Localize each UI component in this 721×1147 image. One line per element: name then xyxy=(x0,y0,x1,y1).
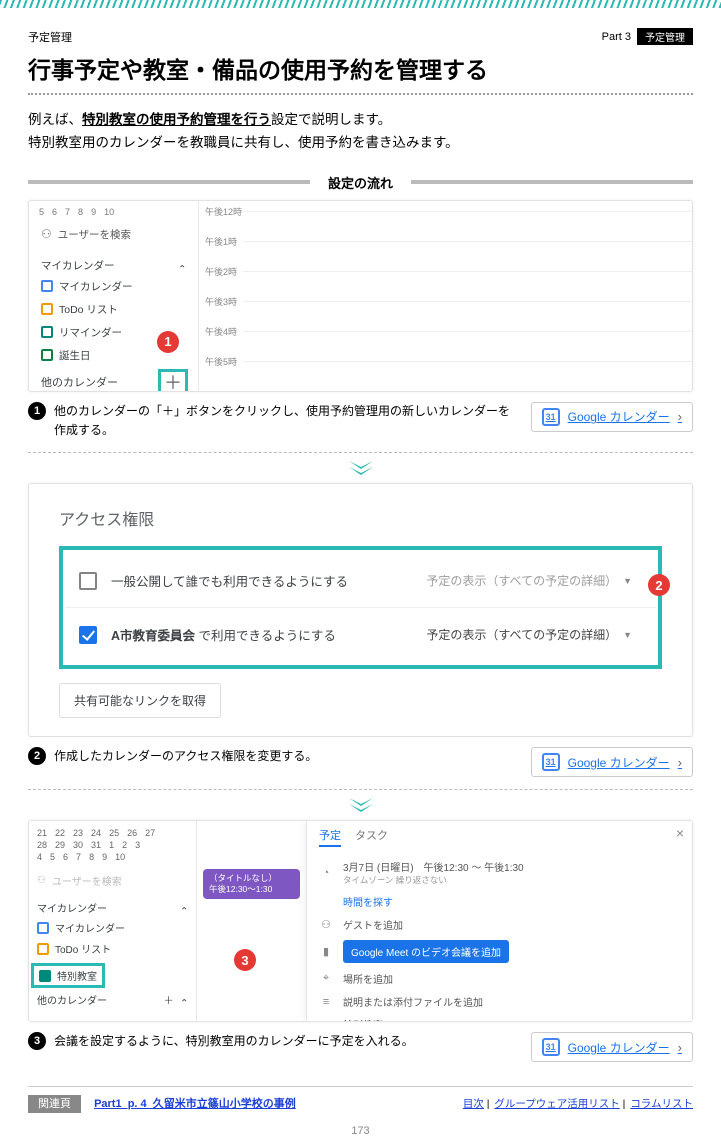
checkbox-icon[interactable] xyxy=(79,572,97,590)
checkbox-icon[interactable] xyxy=(41,303,53,315)
calendar-item[interactable]: ToDo リスト xyxy=(35,298,192,321)
part-tag: 予定管理 xyxy=(637,28,693,45)
caption-number-2: 2 xyxy=(28,747,46,765)
checkbox-icon[interactable] xyxy=(37,922,49,934)
caret-down-icon: ▼ xyxy=(623,630,632,640)
chevron-right-icon: › xyxy=(678,409,682,424)
clock-icon: ◔ xyxy=(319,867,333,879)
chevron-right-icon: › xyxy=(678,1040,682,1055)
add-guests[interactable]: ゲストを追加 xyxy=(343,917,403,932)
calendar-item-special[interactable]: 特別教室 xyxy=(33,965,103,986)
divider xyxy=(28,789,693,790)
checkbox-icon[interactable] xyxy=(41,280,53,292)
perm-row-public[interactable]: 一般公開して誰でも利用できるようにする 予定の表示（すべての予定の詳細）▼ xyxy=(65,554,656,607)
get-shareable-link-button[interactable]: 共有可能なリンクを取得 xyxy=(59,683,221,718)
search-users[interactable]: ⚇ ユーザーを検索 xyxy=(35,223,192,246)
gcal-icon: 31 xyxy=(542,1038,560,1056)
down-arrows-icon xyxy=(28,798,693,816)
event-chip[interactable]: （タイトルなし） 午後12:30～1:30 xyxy=(203,869,300,899)
google-calendar-link[interactable]: 31 Google カレンダー › xyxy=(531,1032,693,1062)
chevron-up-icon: ⌄ xyxy=(180,992,188,1007)
step-badge-1: 1 xyxy=(157,331,179,353)
tab-task[interactable]: タスク xyxy=(355,827,388,847)
divider xyxy=(28,93,693,95)
add-description[interactable]: 説明または添付ファイルを追加 xyxy=(343,994,483,1009)
chevron-up-icon: ⌄ xyxy=(180,900,188,915)
related-tag: 関連頁 xyxy=(28,1095,81,1113)
page-number: 173 xyxy=(0,1125,721,1147)
chevron-up-icon: ⌄ xyxy=(178,258,186,273)
google-calendar-link[interactable]: 31 Google カレンダー › xyxy=(531,747,693,777)
divider xyxy=(28,452,693,453)
flow-heading: 設定の流れ xyxy=(28,173,693,192)
other-calendars-label[interactable]: 他のカレンダー xyxy=(41,374,118,390)
caption-number-1: 1 xyxy=(28,402,46,420)
checkbox-icon[interactable] xyxy=(39,970,51,982)
checkbox-icon[interactable] xyxy=(41,349,53,361)
tab-event[interactable]: 予定 xyxy=(319,827,341,847)
page-title: 行事予定や教室・備品の使用予約を管理する xyxy=(28,51,693,85)
meet-icon: ▮ xyxy=(319,945,333,958)
add-calendar-button[interactable]: ＋ xyxy=(160,371,186,392)
screenshot-1: 5678910 ⚇ ユーザーを検索 マイカレンダー⌄ マイカレンダー ToDo … xyxy=(28,200,693,392)
visibility-select[interactable]: 予定の表示（すべての予定の詳細）▼ xyxy=(416,566,642,595)
caret-down-icon: ▼ xyxy=(623,576,632,586)
perm-row-org[interactable]: A市教育委員会 で利用できるようにする 予定の表示（すべての予定の詳細）▼ xyxy=(65,607,656,661)
location-icon: ⌖ xyxy=(319,972,333,985)
other-calendars-row[interactable]: 他のカレンダー ＋⌄ xyxy=(33,986,192,1010)
my-calendars-header[interactable]: マイカレンダー⌄ xyxy=(33,898,192,917)
search-users[interactable]: ⚇ユーザーを検索 xyxy=(33,869,192,898)
people-icon: ⚇ xyxy=(319,918,333,931)
nav-toc[interactable]: 目次 xyxy=(463,1098,484,1110)
screenshot-2: アクセス権限 一般公開して誰でも利用できるようにする 予定の表示（すべての予定の… xyxy=(28,483,693,737)
my-calendars-header[interactable]: マイカレンダー⌄ xyxy=(35,256,192,275)
nav-column[interactable]: コラムリスト xyxy=(630,1098,693,1110)
caption-3: 会議を設定するように、特別教室用のカレンダーに予定を入れる。 xyxy=(54,1032,521,1051)
close-icon[interactable]: × xyxy=(676,825,684,841)
checkbox-icon[interactable] xyxy=(37,943,49,955)
visibility-select[interactable]: 予定の表示（すべての予定の詳細）▼ xyxy=(416,620,642,649)
category-label: 予定管理 xyxy=(28,29,72,45)
chevron-right-icon: › xyxy=(678,755,682,770)
nav-groupware[interactable]: グループウェア活用リスト xyxy=(494,1098,619,1110)
people-icon: ⚇ xyxy=(37,875,46,886)
add-calendar-button[interactable]: ＋ xyxy=(164,992,174,1007)
lead-paragraph: 例えば、特別教室の使用予約管理を行う設定で説明します。 特別教室用のカレンダーを… xyxy=(28,109,693,155)
google-calendar-link[interactable]: 31 Google カレンダー › xyxy=(531,402,693,432)
access-permissions-title: アクセス権限 xyxy=(59,506,662,530)
caption-2: 作成したカレンダーのアクセス権限を変更する。 xyxy=(54,747,521,766)
calendar-item[interactable]: マイカレンダー xyxy=(33,917,192,938)
checkbox-icon[interactable] xyxy=(79,626,97,644)
people-icon: ⚇ xyxy=(41,227,52,241)
description-icon: ≡ xyxy=(319,996,333,1008)
screenshot-3: 21222324252627 28293031123 45678910 ⚇ユーザ… xyxy=(28,820,693,1022)
down-arrows-icon xyxy=(28,461,693,479)
caption-number-3: 3 xyxy=(28,1032,46,1050)
caption-1: 他のカレンダーの「＋」ボタンをクリックし、使用予約管理用の新しいカレンダーを作成… xyxy=(54,402,521,440)
calendar-item[interactable]: マイカレンダー xyxy=(35,275,192,298)
related-link[interactable]: Part1_p. 4_久留米市立篠山小学校の事例 xyxy=(94,1098,296,1110)
gcal-icon: 31 xyxy=(542,408,560,426)
calendar-item[interactable]: ToDo リスト xyxy=(33,938,192,959)
add-location[interactable]: 場所を追加 xyxy=(343,971,393,986)
step-badge-2: 2 xyxy=(648,574,670,596)
add-meet-button[interactable]: Google Meet のビデオ会議を追加 xyxy=(343,940,509,963)
part-label: Part 3 xyxy=(602,31,631,43)
checkbox-icon[interactable] xyxy=(41,326,53,338)
find-time-link[interactable]: 時間を探す xyxy=(343,894,393,909)
gcal-icon: 31 xyxy=(542,753,560,771)
